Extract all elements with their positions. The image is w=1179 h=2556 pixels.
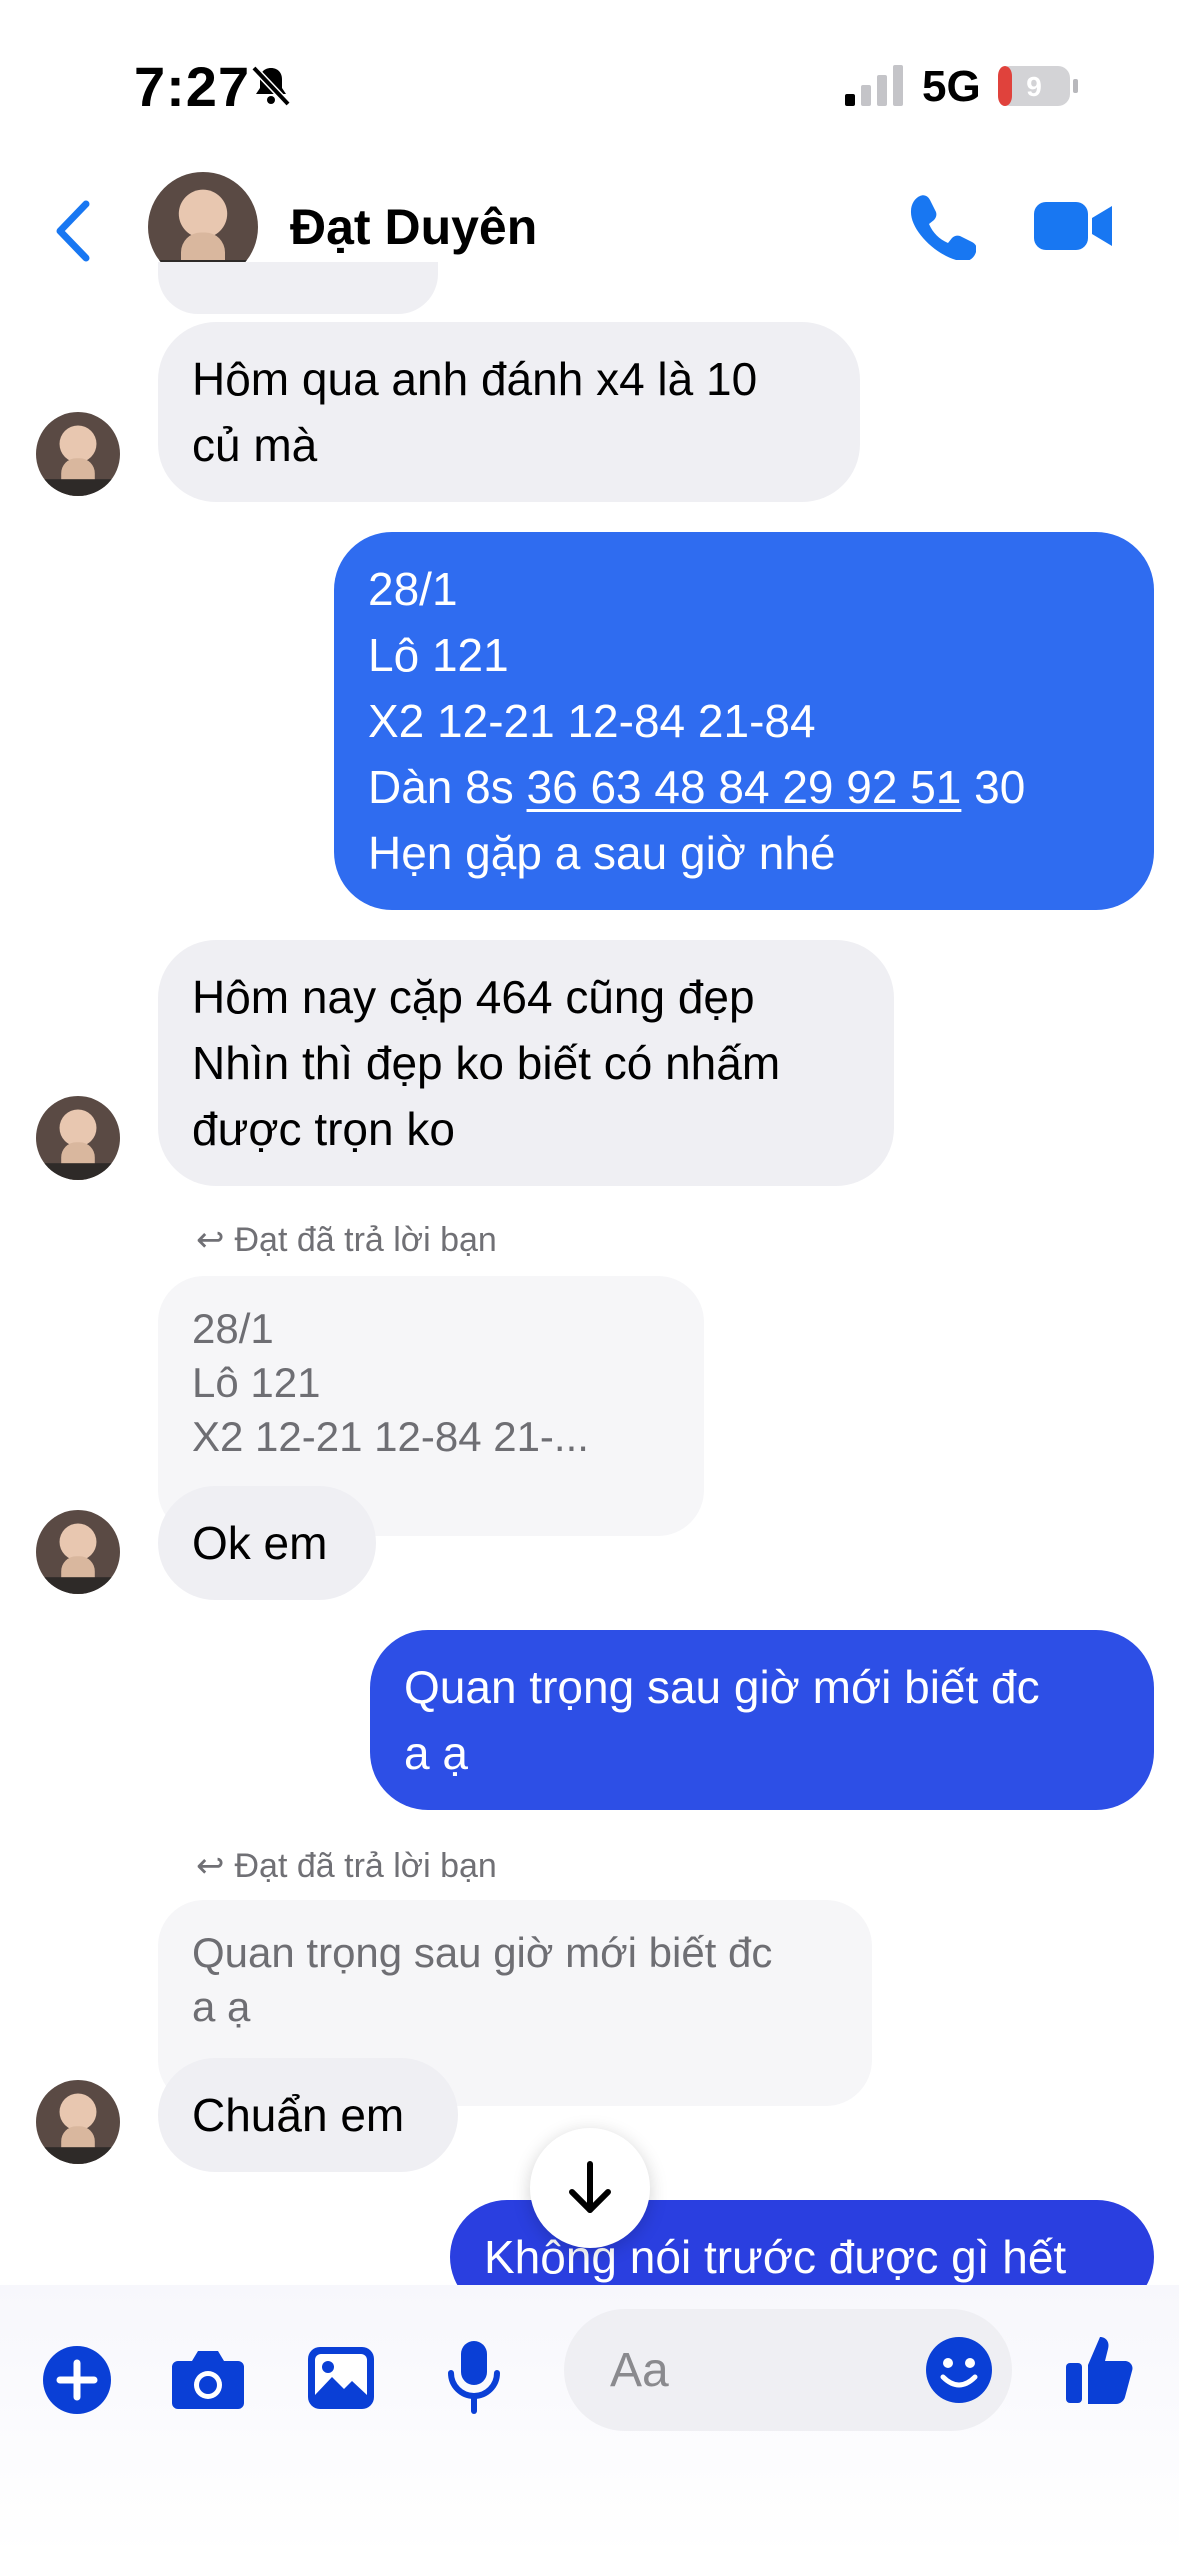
message-incoming-3[interactable]: Ok em <box>158 1486 376 1600</box>
camera-icon[interactable] <box>170 2345 246 2411</box>
dan-prefix: Dàn 8s <box>368 761 527 813</box>
reply-label: ↩ Đạt đã trả lời bạn <box>196 1220 497 1260</box>
message-bubble-clipped <box>158 262 438 314</box>
video-icon[interactable] <box>1032 196 1114 256</box>
message-line: Hẹn gặp a sau giờ nhé <box>368 827 836 879</box>
mic-icon[interactable] <box>446 2339 502 2415</box>
reply-icon: ↩ <box>196 1847 225 1885</box>
scroll-to-bottom-button[interactable] <box>530 2128 650 2248</box>
sender-avatar[interactable] <box>36 412 120 496</box>
signal-icon <box>845 65 903 106</box>
composer-bar: Aa <box>0 2285 1179 2556</box>
emoji-icon[interactable] <box>924 2335 994 2405</box>
dan-suffix: 30 <box>961 761 1026 813</box>
sender-avatar[interactable] <box>36 1096 120 1180</box>
message-line: Lô 121 <box>368 629 509 681</box>
plus-icon[interactable] <box>42 2345 112 2415</box>
sender-avatar[interactable] <box>36 2080 120 2164</box>
battery-icon: 9 <box>998 66 1078 106</box>
message-incoming-4[interactable]: Chuẩn em <box>158 2058 458 2172</box>
bell-off-icon <box>251 65 291 107</box>
status-time: 7:27 <box>134 55 251 118</box>
like-icon[interactable] <box>1064 2333 1134 2405</box>
number-link[interactable]: 36 63 48 84 29 92 51 <box>527 761 962 813</box>
arrow-down-icon <box>569 2161 611 2213</box>
message-line: 28/1 <box>368 563 458 615</box>
message-input[interactable]: Aa <box>564 2309 1012 2431</box>
contact-name[interactable]: Đạt Duyên <box>290 198 537 256</box>
status-bar: 7:27 5G 9 <box>0 0 1179 160</box>
message-input-placeholder: Aa <box>610 2344 669 2397</box>
message-outgoing-2[interactable]: Quan trọng sau giờ mới biết đc a ạ <box>370 1630 1154 1810</box>
phone-icon[interactable] <box>906 190 976 260</box>
message-incoming-2[interactable]: Hôm nay cặp 464 cũng đẹp Nhìn thì đẹp ko… <box>158 940 894 1186</box>
message-line: Dàn 8s 36 63 48 84 29 92 51 30 <box>368 754 1120 820</box>
reply-label-text: Đạt đã trả lời bạn <box>234 1221 497 1259</box>
reply-icon: ↩ <box>196 1221 225 1259</box>
image-icon[interactable] <box>306 2345 376 2411</box>
message-incoming-1[interactable]: Hôm qua anh đánh x4 là 10 củ mà <box>158 322 860 502</box>
back-chevron-icon[interactable] <box>48 196 98 266</box>
reply-label: ↩ Đạt đã trả lời bạn <box>196 1846 497 1886</box>
reply-label-text: Đạt đã trả lời bạn <box>234 1847 497 1885</box>
message-line: X2 12-21 12-84 21-84 <box>368 695 816 747</box>
battery-level: 9 <box>1026 71 1042 102</box>
sender-avatar[interactable] <box>36 1510 120 1594</box>
network-type: 5G <box>922 62 981 111</box>
message-outgoing-1[interactable]: 28/1 Lô 121 X2 12-21 12-84 21-84 Dàn 8s … <box>334 532 1154 910</box>
